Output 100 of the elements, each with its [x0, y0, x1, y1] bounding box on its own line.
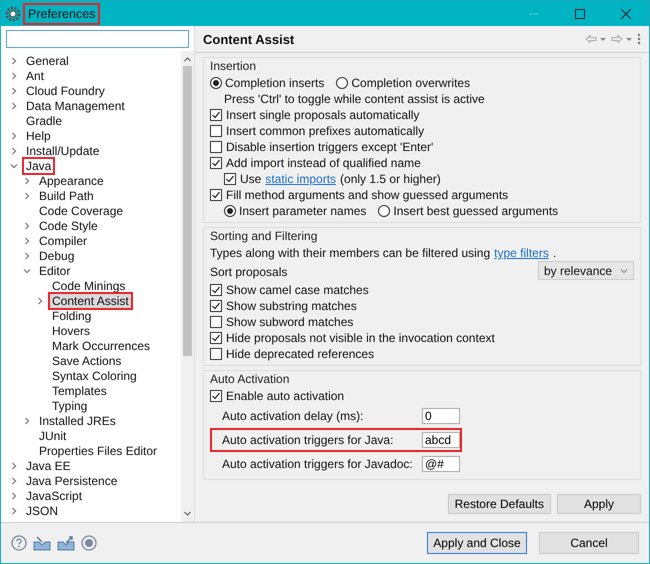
chevron-right-icon[interactable] — [9, 56, 19, 66]
back-icon[interactable] — [585, 34, 607, 44]
tree-item[interactable]: Appearance — [35, 172, 108, 190]
gear-icon — [5, 6, 21, 22]
chevron-right-icon[interactable] — [9, 490, 19, 500]
tree-item[interactable]: Compiler — [35, 232, 92, 250]
checkbox[interactable] — [210, 125, 222, 137]
static-imports-link[interactable]: static imports — [265, 172, 336, 186]
tree-item[interactable]: Installed JREs — [35, 412, 120, 430]
tree-item[interactable]: Code Minings — [48, 276, 130, 294]
scrollbar[interactable] — [181, 51, 194, 522]
export-icon[interactable] — [57, 535, 75, 551]
checkbox[interactable] — [210, 390, 222, 402]
chevron-right-icon[interactable] — [22, 236, 32, 246]
checkbox[interactable] — [210, 284, 222, 296]
chevron-right-icon[interactable] — [22, 416, 32, 426]
tree-item[interactable]: Data Management — [22, 96, 129, 114]
menu-icon[interactable] — [637, 33, 641, 45]
radio-label: Insert parameter names — [239, 204, 366, 218]
tree-item[interactable]: Hovers — [48, 322, 94, 340]
chevron-right-icon[interactable] — [9, 506, 19, 516]
radio-label: Completion inserts — [225, 76, 324, 90]
radio-button[interactable] — [210, 77, 222, 89]
record-icon[interactable] — [81, 535, 97, 551]
type-filters-link[interactable]: type filters — [494, 246, 549, 260]
field-label: Auto activation triggers for Java: — [222, 433, 394, 447]
chevron-right-icon[interactable] — [22, 176, 32, 186]
scroll-down-icon[interactable] — [183, 509, 192, 518]
group-title: Auto Activation — [210, 371, 290, 388]
sort-dropdown[interactable]: by relevance — [538, 261, 634, 280]
tree-item[interactable]: JSON — [22, 502, 62, 520]
tree-item[interactable]: Templates — [48, 382, 111, 400]
chevron-right-icon[interactable] — [9, 100, 19, 110]
tree-item[interactable]: Mark Occurrences — [48, 336, 154, 354]
tree-item[interactable]: Java — [22, 156, 56, 174]
dialog-button[interactable]: Apply and Close — [427, 532, 527, 554]
tree-item[interactable]: Code Style — [35, 216, 102, 234]
tree-item[interactable]: Java Persistence — [22, 472, 122, 490]
chevron-right-icon[interactable] — [22, 250, 32, 260]
help-icon[interactable] — [11, 535, 27, 551]
tree-item[interactable]: JavaScript — [22, 486, 86, 504]
input-field[interactable]: abcd — [422, 432, 460, 448]
checkbox[interactable] — [224, 173, 236, 185]
maximize-icon[interactable] — [575, 8, 585, 18]
tree-item[interactable]: Ant — [22, 66, 48, 84]
filter-field[interactable] — [6, 30, 189, 48]
checkbox-label: Insert single proposals automatically — [226, 108, 420, 122]
tree-item[interactable]: General — [22, 52, 73, 70]
chevron-right-icon[interactable] — [22, 190, 32, 200]
tree-item[interactable]: Gradle — [22, 112, 66, 130]
checkbox-label: Use — [240, 172, 262, 186]
tree-item[interactable]: Folding — [48, 306, 96, 324]
radio-button[interactable] — [336, 77, 348, 89]
checkbox[interactable] — [210, 189, 222, 201]
tree-item[interactable]: Editor — [35, 262, 74, 280]
input-field[interactable]: 0 — [422, 408, 460, 424]
field-label: Auto activation triggers for Javadoc: — [222, 457, 414, 471]
checkbox[interactable] — [210, 157, 222, 169]
window-title: Preferences — [25, 4, 98, 22]
sort-label: Sort proposals — [210, 264, 288, 278]
radio-button[interactable] — [224, 205, 236, 217]
chevron-right-icon[interactable] — [35, 296, 45, 306]
checkbox[interactable] — [210, 348, 222, 360]
close-icon[interactable] — [621, 8, 631, 18]
checkbox-label: Hide proposals not visible in the invocation context — [226, 331, 495, 345]
tree-item[interactable]: Help — [22, 126, 55, 144]
page-button[interactable]: Apply — [557, 494, 641, 514]
tree-item[interactable]: Cloud Foundry — [22, 82, 109, 100]
chevron-right-icon[interactable] — [9, 130, 19, 140]
tree-item[interactable]: Code Coverage — [35, 202, 128, 220]
tree-item[interactable]: Content Assist — [48, 292, 133, 310]
chevron-right-icon[interactable] — [9, 146, 19, 156]
forward-icon[interactable] — [611, 34, 633, 44]
tree-item[interactable]: Debug — [35, 246, 78, 264]
checkbox[interactable] — [210, 332, 222, 344]
dialog-button[interactable]: Cancel — [539, 532, 639, 554]
checkbox[interactable] — [210, 300, 222, 312]
tree-item[interactable]: Build Path — [35, 186, 98, 204]
checkbox-label: Show subword matches — [226, 315, 354, 329]
import-icon[interactable] — [33, 535, 51, 551]
tree-item[interactable]: Properties Files Editor — [35, 442, 162, 460]
tree-item[interactable]: Java EE — [22, 456, 75, 474]
tree-item[interactable]: Install/Update — [22, 142, 104, 160]
chevron-right-icon[interactable] — [9, 86, 19, 96]
chevron-right-icon[interactable] — [22, 220, 32, 230]
chevron-right-icon[interactable] — [9, 70, 19, 80]
chevron-right-icon[interactable] — [9, 460, 19, 470]
checkbox[interactable] — [210, 109, 222, 121]
tree-item[interactable]: Typing — [48, 396, 92, 414]
chevron-right-icon[interactable] — [9, 476, 19, 486]
scroll-up-icon[interactable] — [183, 55, 192, 64]
tree-item[interactable]: Save Actions — [48, 352, 126, 370]
tree-item[interactable]: JUnit — [35, 426, 70, 444]
group-title: Sorting and Filtering — [210, 228, 318, 245]
input-field[interactable]: @# — [422, 456, 460, 472]
page-button[interactable]: Restore Defaults — [448, 494, 551, 514]
tree-item[interactable]: Syntax Coloring — [48, 366, 141, 384]
radio-button[interactable] — [378, 205, 390, 217]
checkbox[interactable] — [210, 316, 222, 328]
checkbox[interactable] — [210, 141, 222, 153]
